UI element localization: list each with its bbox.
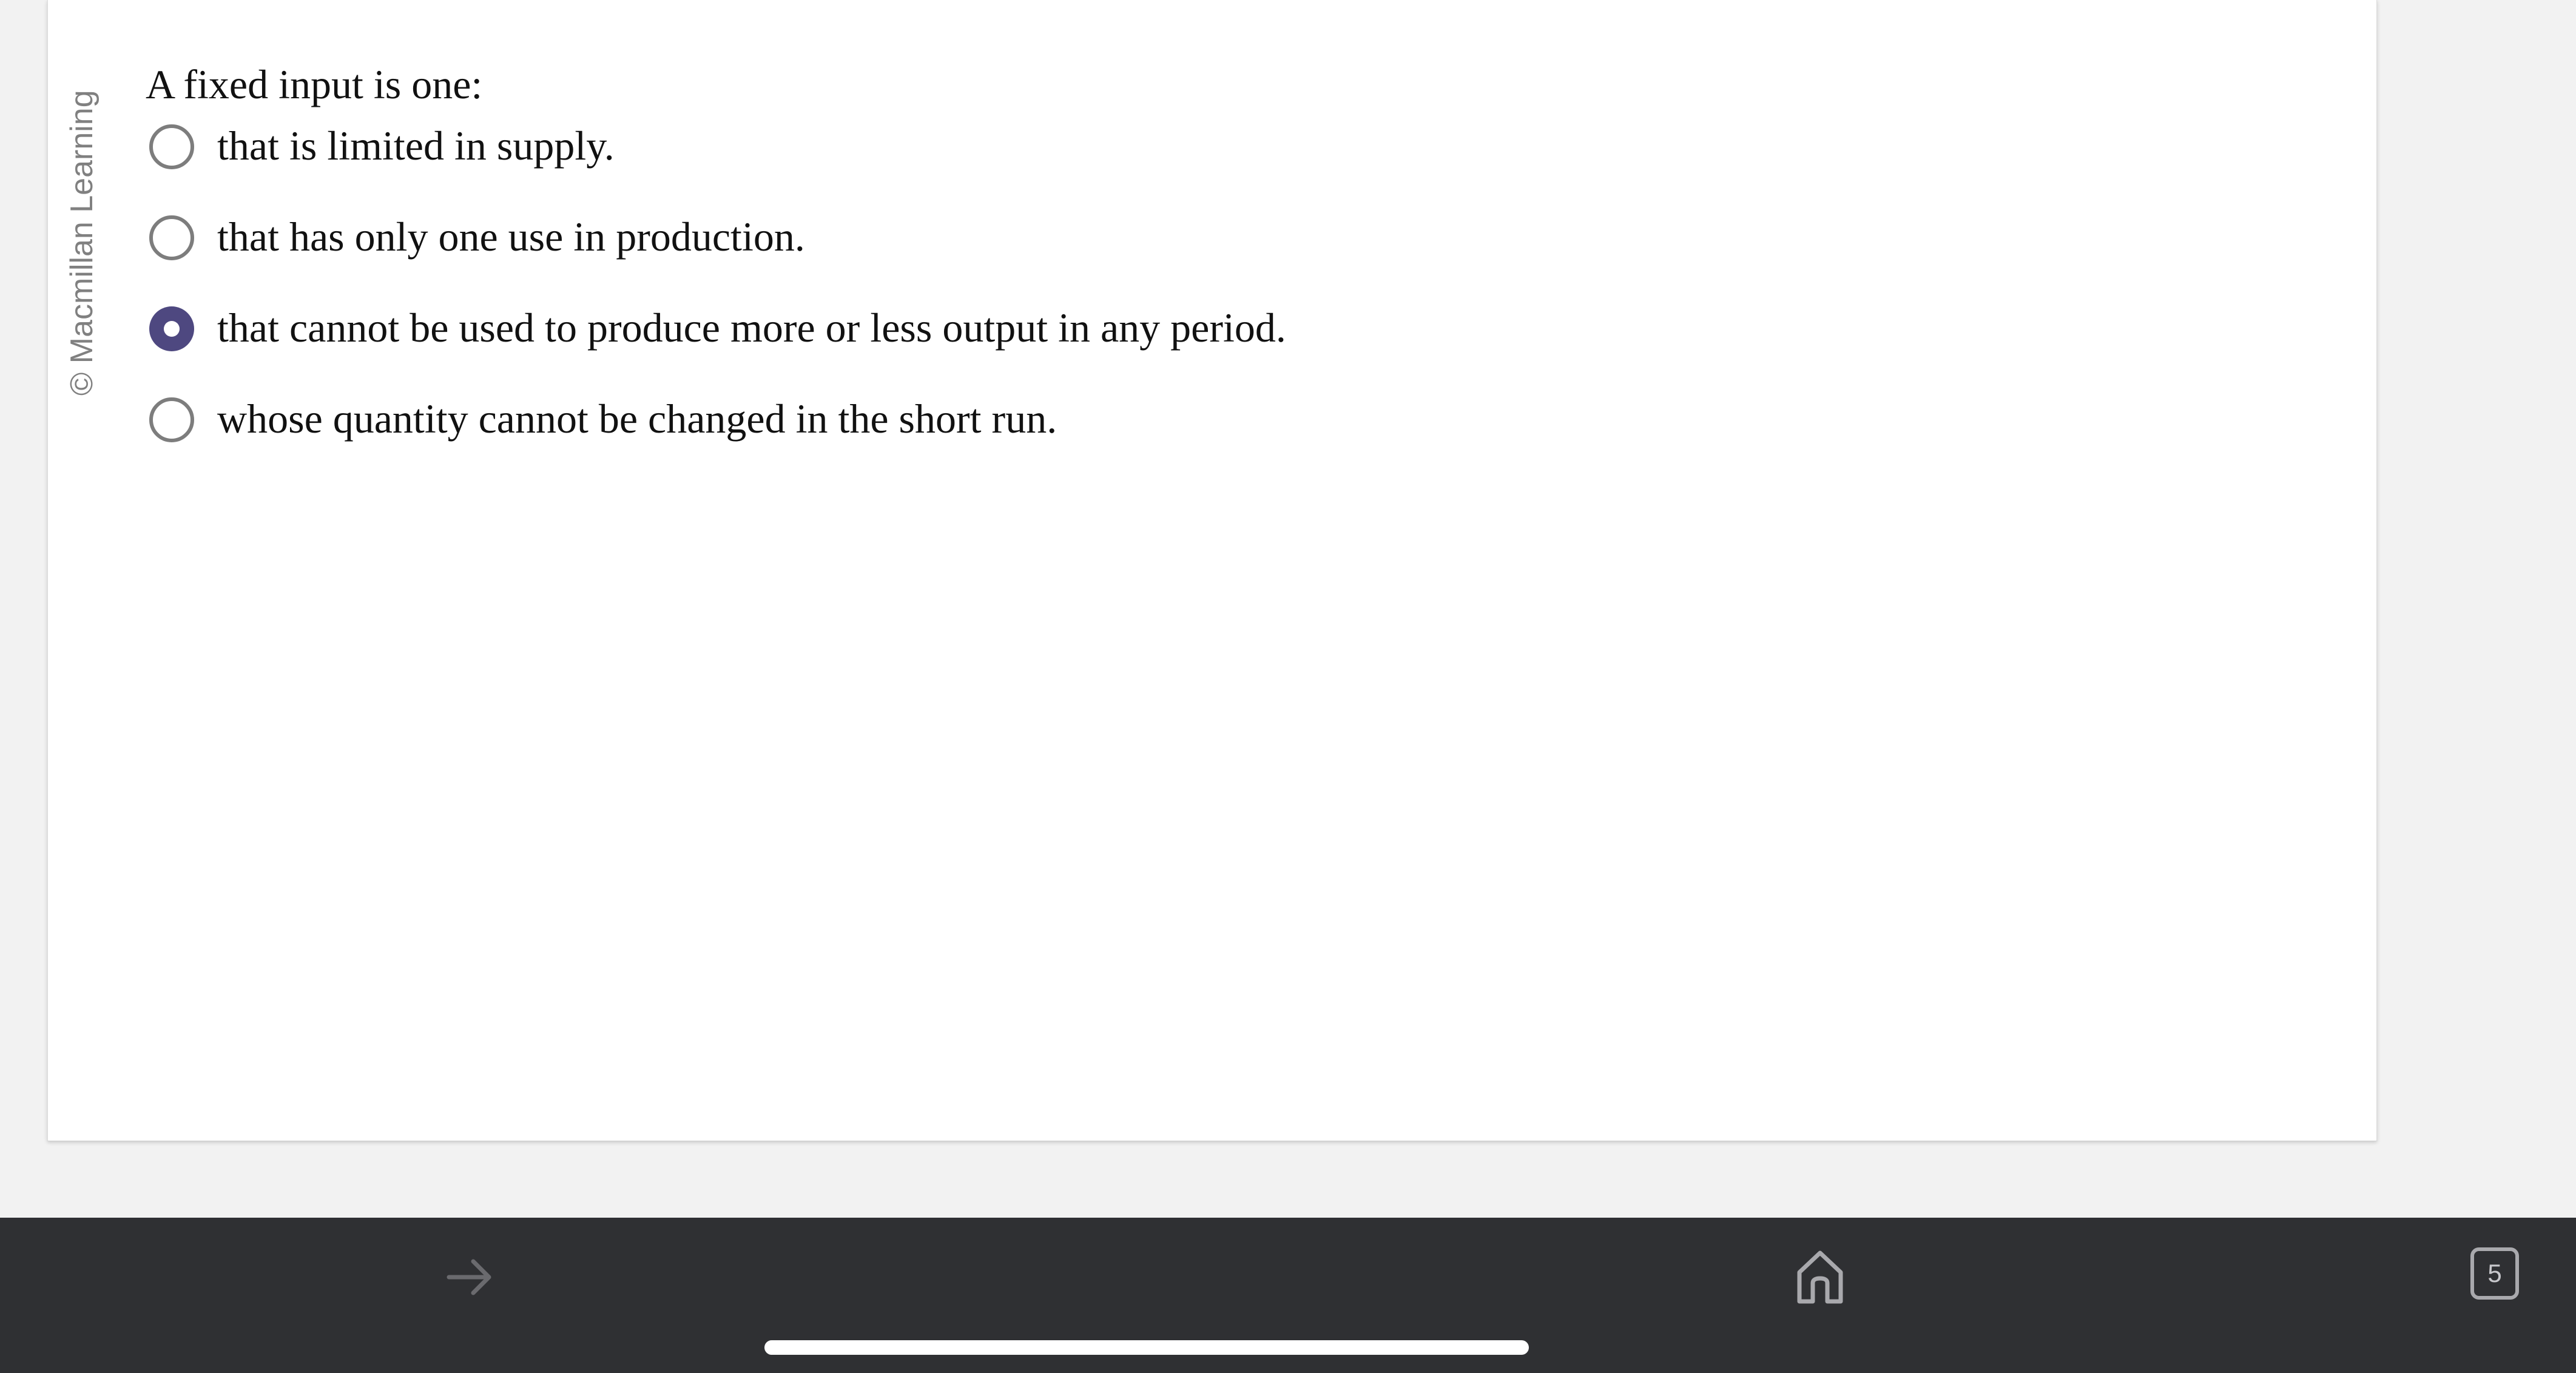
tabs-count-button[interactable]: 5: [2470, 1247, 2519, 1300]
answer-option-label[interactable]: that is limited in supply.: [217, 118, 615, 173]
home-icon[interactable]: [1795, 1248, 1846, 1306]
radio-button-unselected[interactable]: [149, 124, 194, 169]
copyright-watermark: © Macmillan Learning: [61, 38, 103, 402]
radio-button-unselected[interactable]: [149, 397, 194, 442]
answer-option-1[interactable]: that is limited in supply.: [149, 118, 1286, 209]
answer-option-2[interactable]: that has only one use in production.: [149, 209, 1286, 300]
answer-option-label[interactable]: whose quantity cannot be changed in the …: [217, 391, 1057, 446]
copyright-text: © Macmillan Learning: [64, 90, 99, 396]
answer-option-4[interactable]: whose quantity cannot be changed in the …: [149, 391, 1286, 482]
page: © Macmillan Learning A fixed input is on…: [0, 0, 2576, 1373]
answer-options: that is limited in supply. that has only…: [149, 118, 1286, 482]
home-indicator-bar[interactable]: [764, 1340, 1529, 1355]
arrow-right-icon[interactable]: [443, 1253, 497, 1301]
radio-button-unselected[interactable]: [149, 215, 194, 260]
answer-option-3[interactable]: that cannot be used to produce more or l…: [149, 300, 1286, 391]
answer-option-label[interactable]: that cannot be used to produce more or l…: [217, 300, 1286, 355]
answer-option-label[interactable]: that has only one use in production.: [217, 209, 805, 264]
question-prompt: A fixed input is one:: [146, 61, 483, 107]
radio-button-selected[interactable]: [149, 306, 194, 351]
